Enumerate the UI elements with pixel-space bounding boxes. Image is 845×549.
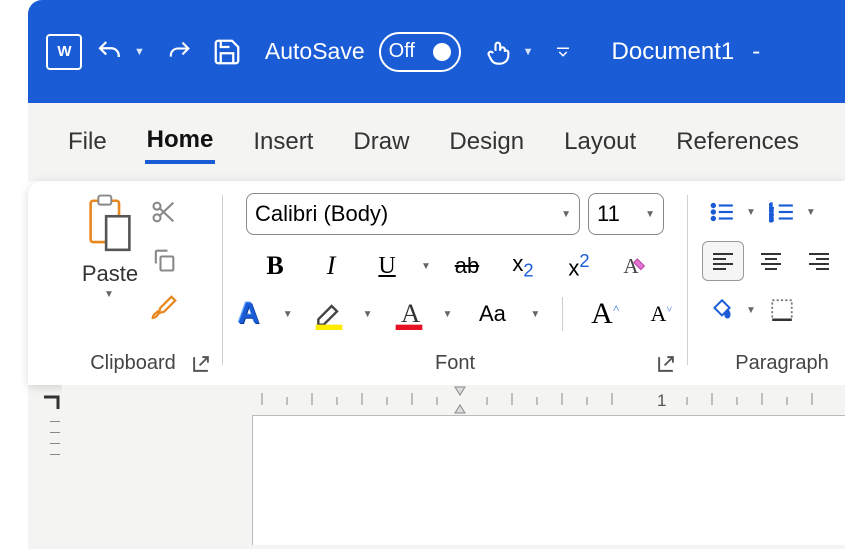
change-case-dropdown-icon[interactable]: ▼ <box>530 309 540 320</box>
horizontal-ruler[interactable]: 1 2 <box>62 385 845 415</box>
shading-dropdown-icon[interactable]: ▼ <box>746 305 756 316</box>
italic-button[interactable]: I <box>311 247 351 285</box>
strikethrough-button[interactable]: ab <box>447 247 487 285</box>
format-painter-button[interactable] <box>144 289 184 327</box>
svg-text:3: 3 <box>769 215 773 223</box>
font-group-label: Font <box>227 352 683 375</box>
borders-button[interactable] <box>762 291 802 329</box>
font-launcher-icon[interactable] <box>655 353 677 375</box>
document-area: 1 2 <box>28 385 845 549</box>
group-paragraph: ▼ 123 ▼ ▼ Paragraph <box>692 189 842 385</box>
group-font: Calibri (Body) ▼ 11 ▼ B I U ▼ ab x2 x2 A… <box>227 189 683 385</box>
separator <box>562 297 563 331</box>
shrink-font-button[interactable]: A˅ <box>641 295 681 333</box>
underline-dropdown-icon[interactable]: ▼ <box>421 261 431 272</box>
title-bar: W ▼ AutoSave Off ▼ Document1 - <box>28 0 845 103</box>
copy-button[interactable] <box>144 241 184 279</box>
paste-label: Paste <box>82 261 138 287</box>
chevron-down-icon: ▼ <box>561 209 571 220</box>
ruler-mark-1: 1 <box>657 391 666 411</box>
copy-icon <box>150 246 178 274</box>
bold-button[interactable]: B <box>255 247 295 285</box>
ribbon-tabs: File Home Insert Draw Design Layout Refe… <box>28 103 845 181</box>
tab-design[interactable]: Design <box>447 122 526 162</box>
paste-dropdown-icon[interactable]: ▼ <box>104 289 114 300</box>
align-center-button[interactable] <box>750 241 792 281</box>
align-left-button[interactable] <box>702 241 744 281</box>
font-color-button[interactable]: A <box>389 295 429 333</box>
subscript-button[interactable]: x2 <box>503 247 543 285</box>
tab-file[interactable]: File <box>66 122 109 162</box>
font-color-dropdown-icon[interactable]: ▼ <box>443 309 453 320</box>
vertical-ruler <box>28 385 62 549</box>
separator <box>222 195 223 365</box>
tab-layout[interactable]: Layout <box>562 122 638 162</box>
numbering-button[interactable]: 123 <box>762 193 802 231</box>
paste-icon <box>84 193 136 255</box>
change-case-button[interactable]: Aa <box>468 295 516 333</box>
separator <box>687 195 688 365</box>
chevron-down-icon: ▼ <box>645 209 655 220</box>
clear-formatting-button[interactable]: A <box>615 247 655 285</box>
title-separator: - <box>752 38 760 66</box>
toggle-knob <box>433 43 451 61</box>
text-effects-button[interactable]: A <box>229 295 269 333</box>
autosave-state: Off <box>389 40 415 63</box>
document-page[interactable] <box>252 415 845 545</box>
shading-button[interactable] <box>702 291 742 329</box>
numbering-dropdown-icon[interactable]: ▼ <box>806 207 816 218</box>
grow-font-button[interactable]: A˄ <box>585 295 625 333</box>
text-effects-dropdown-icon[interactable]: ▼ <box>283 309 293 320</box>
bullets-button[interactable] <box>702 193 742 231</box>
underline-button[interactable]: U <box>367 247 407 285</box>
bullets-dropdown-icon[interactable]: ▼ <box>746 207 756 218</box>
autosave-toggle[interactable]: Off <box>379 32 461 72</box>
highlight-dropdown-icon[interactable]: ▼ <box>363 309 373 320</box>
tab-references[interactable]: References <box>674 122 801 162</box>
customize-qat-button[interactable] <box>548 32 578 72</box>
svg-text:A: A <box>401 298 421 328</box>
font-size-value: 11 <box>597 201 620 227</box>
font-name-value: Calibri (Body) <box>255 201 388 227</box>
word-app-icon: W <box>46 34 82 70</box>
undo-button[interactable] <box>90 32 130 72</box>
save-button[interactable] <box>207 32 247 72</box>
highlight-button[interactable] <box>309 295 349 333</box>
tab-draw[interactable]: Draw <box>351 122 411 162</box>
font-name-combo[interactable]: Calibri (Body) ▼ <box>246 193 580 235</box>
autosave-label: AutoSave <box>265 38 365 65</box>
paragraph-group-label: Paragraph <box>692 352 845 375</box>
undo-dropdown-icon[interactable]: ▼ <box>134 46 145 58</box>
document-title: Document1 <box>612 38 735 66</box>
word-icon-label: W <box>57 43 70 60</box>
touch-dropdown-icon[interactable]: ▼ <box>523 46 534 58</box>
tab-home[interactable]: Home <box>145 120 216 164</box>
font-size-combo[interactable]: 11 ▼ <box>588 193 664 235</box>
tab-insert[interactable]: Insert <box>251 122 315 162</box>
paintbrush-icon <box>149 293 179 323</box>
clipboard-launcher-icon[interactable] <box>190 353 212 375</box>
align-right-button[interactable] <box>798 241 840 281</box>
group-clipboard: Paste ▼ Clipboard <box>48 189 218 385</box>
paste-button[interactable]: Paste ▼ <box>82 193 138 327</box>
cut-button[interactable] <box>144 193 184 231</box>
redo-button[interactable] <box>159 32 199 72</box>
superscript-button[interactable]: x2 <box>559 247 599 285</box>
touch-mode-button[interactable] <box>479 32 519 72</box>
scissors-icon <box>150 198 178 226</box>
ribbon: Paste ▼ Clipboard Calibri (Body) <box>28 181 845 385</box>
